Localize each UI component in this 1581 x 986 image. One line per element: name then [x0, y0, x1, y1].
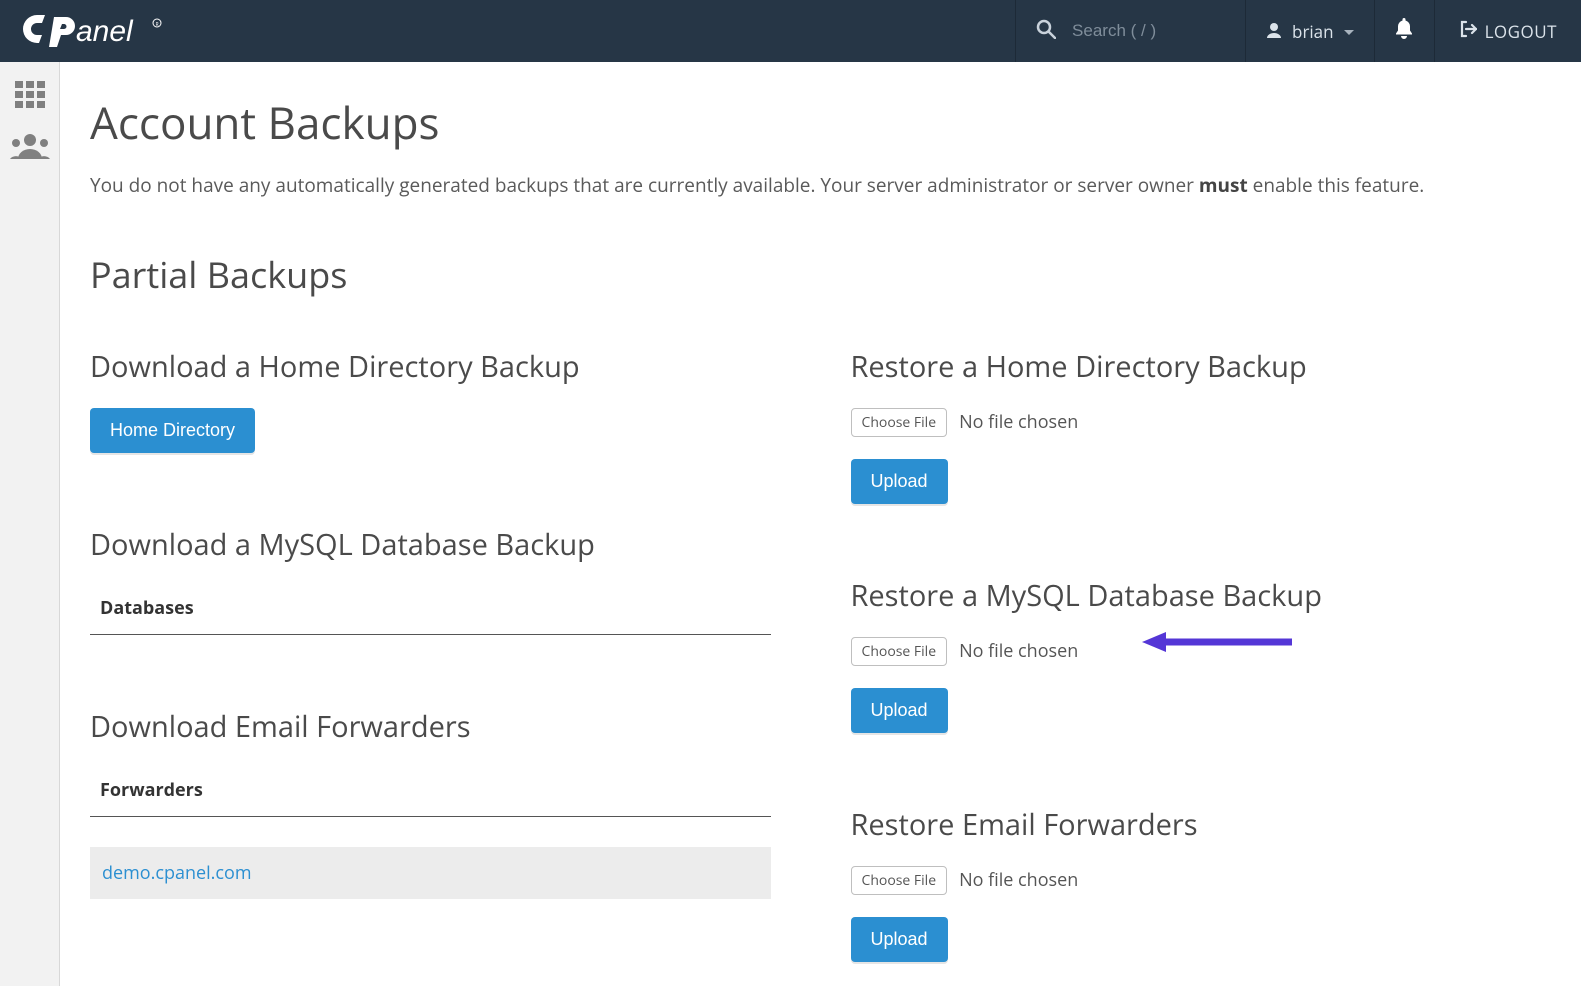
home-directory-button[interactable]: Home Directory — [90, 408, 255, 453]
nav-search[interactable] — [1015, 0, 1245, 62]
download-home-title: Download a Home Directory Backup — [90, 347, 771, 386]
upload-button-home[interactable]: Upload — [851, 459, 948, 504]
databases-subhead: Databases — [90, 586, 771, 635]
restore-home-group: Restore a Home Directory Backup Choose F… — [851, 347, 1532, 504]
restore-column: Restore a Home Directory Backup Choose F… — [851, 347, 1532, 962]
download-home-group: Download a Home Directory Backup Home Di… — [90, 347, 771, 453]
sidebar-item-users[interactable] — [10, 133, 50, 164]
restore-fwd-title: Restore Email Forwarders — [851, 805, 1532, 844]
choose-file-button-home[interactable]: Choose File — [851, 408, 948, 437]
sidebar-item-apps[interactable] — [14, 80, 46, 115]
no-file-label-fwd: No file chosen — [959, 868, 1078, 892]
download-fwd-title: Download Email Forwarders — [90, 707, 771, 746]
bell-icon — [1394, 18, 1414, 45]
svg-text:R: R — [155, 22, 158, 28]
nav-user-menu[interactable]: brian — [1245, 0, 1374, 62]
users-icon — [10, 142, 50, 164]
grid-icon — [14, 93, 46, 115]
sidebar — [0, 62, 60, 986]
top-nav: anel R brian LOGOUT — [0, 0, 1581, 62]
upload-button-db[interactable]: Upload — [851, 688, 948, 733]
no-file-label-db: No file chosen — [959, 639, 1078, 663]
page-description: You do not have any automatically genera… — [90, 172, 1531, 200]
restore-fwd-group: Restore Email Forwarders Choose File No … — [851, 805, 1532, 962]
restore-db-title: Restore a MySQL Database Backup — [851, 576, 1532, 615]
username-label: brian — [1292, 20, 1334, 43]
search-icon — [1036, 19, 1056, 44]
restore-home-file-row: Choose File No file chosen — [851, 408, 1532, 437]
user-icon — [1266, 20, 1282, 43]
forwarders-subhead: Forwarders — [90, 768, 771, 817]
restore-fwd-file-row: Choose File No file chosen — [851, 866, 1532, 895]
main-content: Account Backups You do not have any auto… — [60, 62, 1581, 986]
forwarder-link[interactable]: demo.cpanel.com — [102, 861, 252, 885]
restore-home-title: Restore a Home Directory Backup — [851, 347, 1532, 386]
no-file-label-home: No file chosen — [959, 410, 1078, 434]
logout-label: LOGOUT — [1485, 20, 1557, 43]
upload-button-fwd[interactable]: Upload — [851, 917, 948, 962]
download-column: Download a Home Directory Backup Home Di… — [90, 347, 771, 962]
page-title: Account Backups — [90, 92, 1531, 152]
restore-db-group: Restore a MySQL Database Backup Choose F… — [851, 576, 1532, 733]
logout-icon — [1459, 20, 1477, 43]
logout-button[interactable]: LOGOUT — [1434, 0, 1581, 62]
cpanel-logo[interactable]: anel R — [22, 13, 172, 49]
forwarder-link-row: demo.cpanel.com — [90, 847, 771, 899]
chevron-down-icon — [1344, 20, 1354, 43]
svg-text:anel: anel — [76, 15, 134, 48]
choose-file-button-db[interactable]: Choose File — [851, 637, 948, 666]
download-db-title: Download a MySQL Database Backup — [90, 525, 771, 564]
search-input[interactable] — [1072, 21, 1212, 41]
notifications-button[interactable] — [1374, 0, 1434, 62]
download-fwd-group: Download Email Forwarders Forwarders dem… — [90, 707, 771, 899]
restore-db-file-row: Choose File No file chosen — [851, 637, 1532, 666]
download-db-group: Download a MySQL Database Backup Databas… — [90, 525, 771, 635]
choose-file-button-fwd[interactable]: Choose File — [851, 866, 948, 895]
section-title-partial-backups: Partial Backups — [90, 250, 1531, 299]
